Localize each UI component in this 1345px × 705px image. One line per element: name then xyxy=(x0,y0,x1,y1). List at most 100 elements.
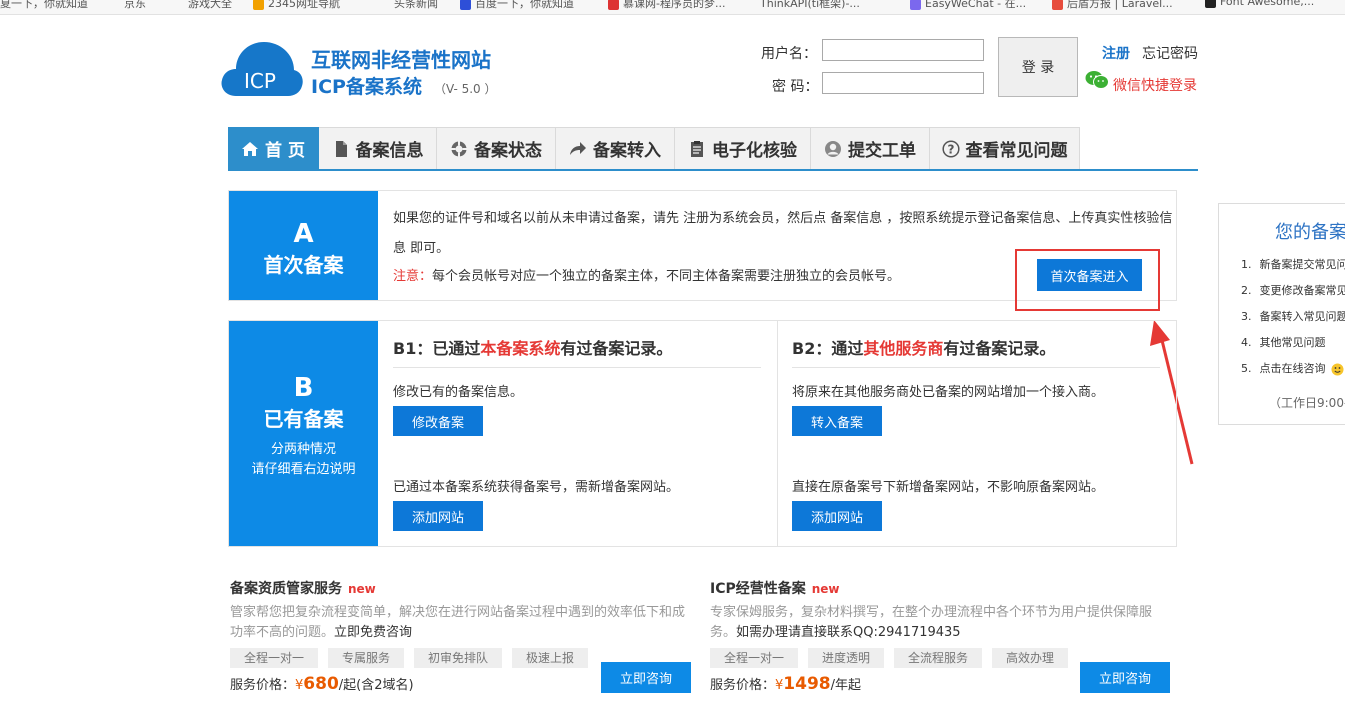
working-hours: （工作日9:00- xyxy=(1269,396,1345,410)
username-label: 用户名： xyxy=(761,46,817,62)
existing-filing-tile: B 已有备案 分两种情况 请仔细看右边说明 xyxy=(229,321,378,546)
version-label: （V- 5.0 ） xyxy=(433,82,497,96)
wechat-icon[interactable] xyxy=(1085,70,1109,90)
imooc-favicon-icon xyxy=(608,0,619,10)
service-tag: 极速上报 xyxy=(512,648,589,668)
tile-letter: A xyxy=(293,219,314,249)
help-item[interactable]: 5. 点击在线咨询 xyxy=(1241,360,1345,386)
free-consult-link[interactable]: 立即免费咨询 xyxy=(334,625,412,640)
tab-faq[interactable]: ? 查看常见问题 xyxy=(930,127,1080,169)
bookmark-item[interactable]: Font Awesome,... xyxy=(1205,0,1314,8)
baidu-favicon-icon xyxy=(460,0,471,10)
existing-filing-panel: B 已有备案 分两种情况 请仔细看右边说明 B1：已通过本备案系统有过备案记录。… xyxy=(228,320,1177,547)
help-item[interactable]: 1. 新备案提交常见问 xyxy=(1241,256,1345,282)
bookmark-item[interactable]: 夏一下，你就知道 xyxy=(0,0,88,11)
bookmark-item[interactable]: 2345网址导航 xyxy=(253,0,340,11)
service-price: 服务价格：¥1498/年起 xyxy=(710,674,862,694)
first-filing-tile: A 首次备案 xyxy=(229,191,378,300)
share-arrow-icon xyxy=(570,141,586,155)
main-nav: 首 页 备案信息 备案状态 备案转入 电子化核验 提交工单 ? 查看常见问题 xyxy=(228,127,1198,171)
b2-text-add: 直接在原备案号下新增备案网站，不影响原备案网站。 xyxy=(792,480,1105,495)
password-input[interactable] xyxy=(822,72,984,94)
register-link[interactable]: 注册 xyxy=(1102,43,1130,63)
service-tag: 全程一对一 xyxy=(230,648,319,668)
help-card-title: 您的备案 xyxy=(1275,222,1345,243)
b2-text-transfer: 将原来在其他服务商处已备案的网站增加一个接入商。 xyxy=(792,385,1105,400)
highlight-frame xyxy=(1015,249,1160,311)
first-filing-note: 注意：每个会员帐号对应一个独立的备案主体，不同主体备案需要注册独立的会员帐号。 xyxy=(393,269,901,284)
add-website-button[interactable]: 添加网站 xyxy=(393,501,483,531)
service-description: 专家保姆服务，复杂材料撰写，在整个办理流程中各个环节为用户提供保障服务。如需办理… xyxy=(710,605,1153,640)
bookmark-favicon-icon xyxy=(253,0,264,10)
tab-e-verification[interactable]: 电子化核验 xyxy=(675,127,811,169)
transfer-filing-button[interactable]: 转入备案 xyxy=(792,406,882,436)
qq-contact: 如需办理请直接联系QQ:2941719435 xyxy=(736,625,961,640)
column-divider xyxy=(777,321,778,546)
b1-text-add: 已通过本备案系统获得备案号，需新增备案网站。 xyxy=(393,480,680,495)
b1-column: B1：已通过本备案系统有过备案记录。 修改已有的备案信息。 修改备案 已通过本备… xyxy=(393,321,763,546)
bookmark-item[interactable]: 后盾方报 | Laravel... xyxy=(1052,0,1173,11)
logo-text: ICP xyxy=(244,69,276,93)
bookmark-item[interactable]: ThinkAPI(ti框架)-... xyxy=(760,0,860,11)
password-label: 密 码： xyxy=(772,79,819,95)
site-subtitle: ICP备案系统 （V- 5.0 ） xyxy=(311,76,497,98)
help-item[interactable]: 4. 其他常见问题 xyxy=(1241,334,1345,360)
tab-home[interactable]: 首 页 xyxy=(228,127,319,169)
service-tag: 进度透明 xyxy=(808,648,885,668)
consult-button[interactable]: 立即咨询 xyxy=(601,662,691,693)
tab-filing-info[interactable]: 备案信息 xyxy=(319,127,437,169)
modify-filing-button[interactable]: 修改备案 xyxy=(393,406,483,436)
service-description: 管家帮您把复杂流程变简单，解决您在进行网站备案过程中遇到的效率低下和成功率不高的… xyxy=(230,605,686,640)
smiley-icon xyxy=(1331,363,1344,375)
service-card-qualification: 备案资质管家服务 new 管家帮您把复杂流程变简单，解决您在进行网站备案过程中遇到… xyxy=(230,578,700,703)
service-tag: 全程一对一 xyxy=(710,648,799,668)
lifebuoy-icon xyxy=(451,141,467,156)
tab-filing-status[interactable]: 备案状态 xyxy=(437,127,556,169)
home-icon xyxy=(242,141,259,156)
service-tag: 初审免排队 xyxy=(414,648,503,668)
question-circle-icon: ? xyxy=(941,139,960,158)
service-title: 备案资质管家服务 new xyxy=(230,581,376,597)
wechat-login-link[interactable]: 微信快捷登录 xyxy=(1113,75,1197,95)
divider xyxy=(792,367,1160,368)
new-badge: new xyxy=(811,582,840,596)
bookmark-item[interactable]: 慕课网-程序员的梦... xyxy=(608,0,725,11)
tab-filing-transfer[interactable]: 备案转入 xyxy=(556,127,675,169)
icp-cloud-logo-icon: ICP xyxy=(221,42,303,96)
username-input[interactable] xyxy=(822,39,984,61)
help-item[interactable]: 3. 备案转入常见问题 xyxy=(1241,308,1345,334)
add-website-button-2[interactable]: 添加网站 xyxy=(792,501,882,531)
divider xyxy=(393,367,761,368)
b1-heading: B1：已通过本备案系统有过备案记录。 xyxy=(393,339,673,358)
bookmark-item[interactable]: EasyWeChat - 在... xyxy=(910,0,1026,11)
user-support-icon xyxy=(825,140,841,157)
fontawesome-favicon-icon xyxy=(1205,0,1216,8)
service-tags: 全程一对一 进度透明 全流程服务 高效办理 xyxy=(710,648,1069,668)
laravel-favicon-icon xyxy=(1052,0,1063,10)
consult-button[interactable]: 立即咨询 xyxy=(1080,662,1170,693)
tab-submit-ticket[interactable]: 提交工单 xyxy=(811,127,930,169)
clipboard-icon xyxy=(691,140,703,157)
b2-heading: B2：通过其他服务商有过备案记录。 xyxy=(792,339,1056,358)
service-title: ICP经营性备案 new xyxy=(710,581,840,597)
b1-text-modify: 修改已有的备案信息。 xyxy=(393,385,524,400)
tile-title: 已有备案 xyxy=(263,407,344,431)
tile-subtitle: 分两种情况 xyxy=(270,442,336,457)
bookmark-item[interactable]: 京东 xyxy=(124,0,146,11)
help-list: 1. 新备案提交常见问 2. 变更修改备案常见 3. 备案转入常见问题 4. 其他常见问… xyxy=(1241,256,1345,386)
service-card-icp-commercial: ICP经营性备案 new 专家保姆服务，复杂材料撰写，在整个办理流程中各个环节为用… xyxy=(710,578,1180,703)
bookmark-item[interactable]: 百度一下，你就知道 xyxy=(460,0,574,11)
service-tag: 全流程服务 xyxy=(894,648,983,668)
tile-subtitle: 请仔细看右边说明 xyxy=(251,462,356,477)
help-item[interactable]: 2. 变更修改备案常见 xyxy=(1241,282,1345,308)
service-tag: 高效办理 xyxy=(992,648,1069,668)
bookmark-item[interactable]: 头条新闻 xyxy=(394,0,438,11)
b2-column: B2：通过其他服务商有过备案记录。 将原来在其他服务商处已备案的网站增加一个接入… xyxy=(792,321,1162,546)
service-tags: 全程一对一 专属服务 初审免排队 极速上报 xyxy=(230,648,589,668)
site-title: 互联网非经营性网站 xyxy=(311,48,491,72)
login-button[interactable]: 登 录 xyxy=(998,37,1078,97)
svg-text:?: ? xyxy=(947,142,954,156)
bookmark-item[interactable]: 游戏大全 xyxy=(188,0,232,11)
forgot-password-link[interactable]: 忘记密码 xyxy=(1142,43,1198,63)
service-tag: 专属服务 xyxy=(328,648,405,668)
